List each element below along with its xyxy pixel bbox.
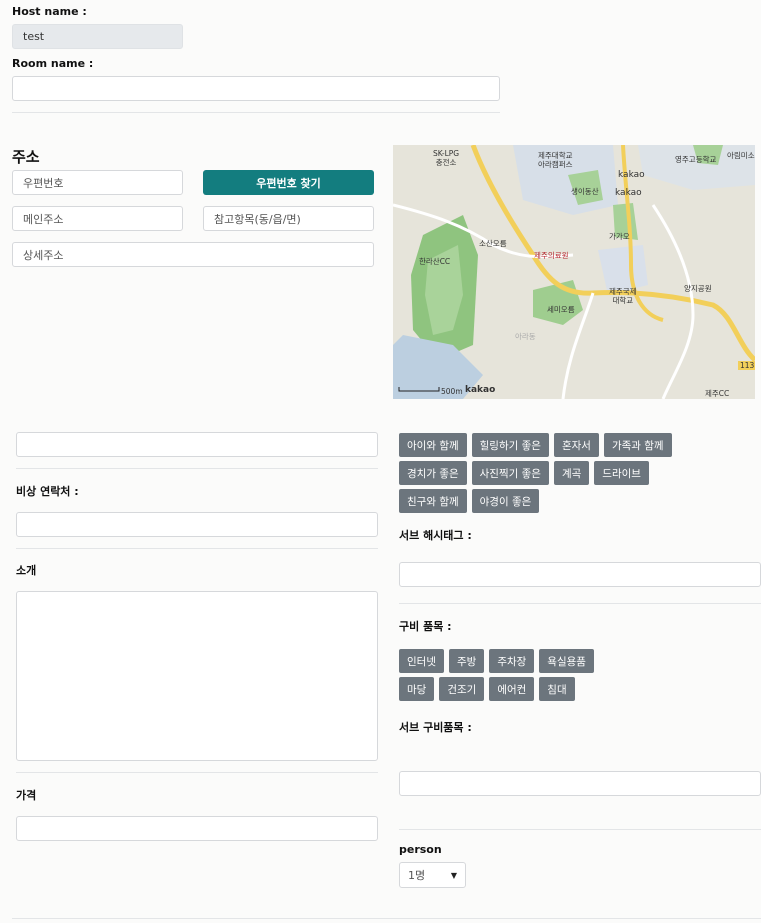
divider	[399, 603, 761, 604]
map-label-hospital: 제주의료원	[534, 251, 569, 260]
sub-hashtag-label: 서브 해시태그 :	[399, 529, 472, 542]
extra-input[interactable]	[16, 432, 378, 457]
reference-address-placeholder: 참고항목(동/읍/면)	[214, 212, 301, 226]
zipcode-placeholder: 우편번호	[23, 176, 64, 190]
person-label: person	[399, 843, 442, 856]
hashtag-list: 아이와 함께 힐링하기 좋은 혼자서 가족과 함께 경치가 좋은 사진찍기 좋은…	[399, 433, 719, 513]
map-label-ara: 아라동	[515, 332, 536, 341]
hashtag-button[interactable]: 계곡	[553, 461, 590, 485]
person-selected-value: 1명	[408, 869, 426, 882]
map[interactable]: SK-LPG 충전소 제주대학교 아라캠퍼스 영주고등학교 아림미소 kakao k…	[393, 145, 755, 399]
hashtag-button[interactable]: 힐링하기 좋은	[471, 433, 549, 457]
map-canvas	[393, 145, 755, 399]
divider	[399, 829, 761, 830]
map-label-gaga: 가가오	[609, 232, 630, 241]
host-name-field: test	[12, 24, 183, 49]
map-label-yangji: 양지공원	[684, 284, 712, 293]
host-name-value: test	[23, 30, 45, 43]
divider	[16, 468, 378, 469]
hashtag-button[interactable]: 경치가 좋은	[399, 461, 467, 485]
map-label-univ: 제주대학교 아라캠퍼스	[538, 151, 573, 169]
amenity-list: 인터넷 주방 주차장 욕실용품 마당 건조기 에어컨 침대	[399, 649, 619, 701]
amenity-button[interactable]: 욕실용품	[539, 649, 594, 673]
map-label-saengi: 생이동산	[571, 187, 599, 196]
map-label-soshin: 소산오름	[479, 239, 507, 248]
divider	[12, 112, 500, 113]
map-label-sk: SK-LPG 충전소	[433, 149, 460, 167]
room-name-input[interactable]	[12, 76, 500, 101]
host-name-label: Host name :	[12, 5, 87, 18]
map-brand-logo: kakao	[465, 385, 496, 395]
address-heading: 주소	[12, 148, 40, 166]
hashtag-button[interactable]: 친구와 함께	[399, 489, 467, 513]
chevron-down-icon: ▼	[450, 870, 457, 880]
intro-textarea[interactable]	[16, 591, 378, 761]
amenity-button[interactable]: 침대	[539, 677, 575, 701]
map-label-arim: 아림미소	[727, 151, 755, 160]
room-name-label: Room name :	[12, 57, 94, 70]
divider	[16, 772, 378, 773]
intro-label: 소개	[16, 564, 37, 577]
map-label-hanul: 한라산CC	[419, 257, 451, 266]
hashtag-button[interactable]: 사진찍기 좋은	[471, 461, 549, 485]
map-label-school: 영주고등학교	[675, 155, 717, 164]
hashtag-button[interactable]: 드라이브	[594, 461, 649, 485]
amenity-button[interactable]: 인터넷	[399, 649, 444, 673]
map-label-kakao2: kakao	[615, 188, 642, 198]
map-label-semi: 세미오름	[547, 305, 575, 314]
detail-address-placeholder: 상세주소	[23, 248, 64, 262]
divider	[16, 548, 378, 549]
divider	[12, 918, 761, 919]
amenities-label: 구비 품목 :	[399, 620, 452, 633]
map-label-jejucc: 제주CC	[705, 389, 730, 398]
amenity-button[interactable]: 에어컨	[489, 677, 535, 701]
map-label-kakao1: kakao	[618, 170, 645, 180]
person-select[interactable]: 1명 ▼	[399, 862, 466, 888]
emergency-contact-input[interactable]	[16, 512, 378, 537]
hashtag-button[interactable]: 가족과 함께	[603, 433, 672, 457]
amenity-button[interactable]: 주방	[448, 649, 485, 673]
hashtag-button[interactable]: 아이와 함께	[399, 433, 467, 457]
sub-amenity-input[interactable]	[399, 771, 761, 796]
amenity-button[interactable]: 건조기	[439, 677, 485, 701]
detail-address-input[interactable]: 상세주소	[12, 242, 374, 267]
sub-amenity-label: 서브 구비품목 :	[399, 721, 472, 734]
amenity-button[interactable]: 마당	[399, 677, 435, 701]
hashtag-button[interactable]: 혼자서	[553, 433, 599, 457]
reference-address-input[interactable]: 참고항목(동/읍/면)	[203, 206, 374, 231]
sub-hashtag-input[interactable]	[399, 562, 761, 587]
zipcode-input[interactable]: 우편번호	[12, 170, 183, 195]
main-address-input[interactable]: 메인주소	[12, 206, 183, 231]
main-address-placeholder: 메인주소	[23, 212, 64, 226]
amenity-button[interactable]: 주차장	[489, 649, 535, 673]
map-label-jejuintl: 제주국제 대학교	[609, 287, 637, 305]
find-zipcode-button[interactable]: 우편번호 찾기	[203, 170, 374, 195]
price-label: 가격	[16, 789, 37, 802]
map-label-1131: 1131	[738, 361, 755, 370]
map-scale-label: 500m	[441, 387, 463, 396]
hashtag-button[interactable]: 야경이 좋은	[471, 489, 540, 513]
price-input[interactable]	[16, 816, 378, 841]
emergency-contact-label: 비상 연락처 :	[16, 485, 79, 498]
